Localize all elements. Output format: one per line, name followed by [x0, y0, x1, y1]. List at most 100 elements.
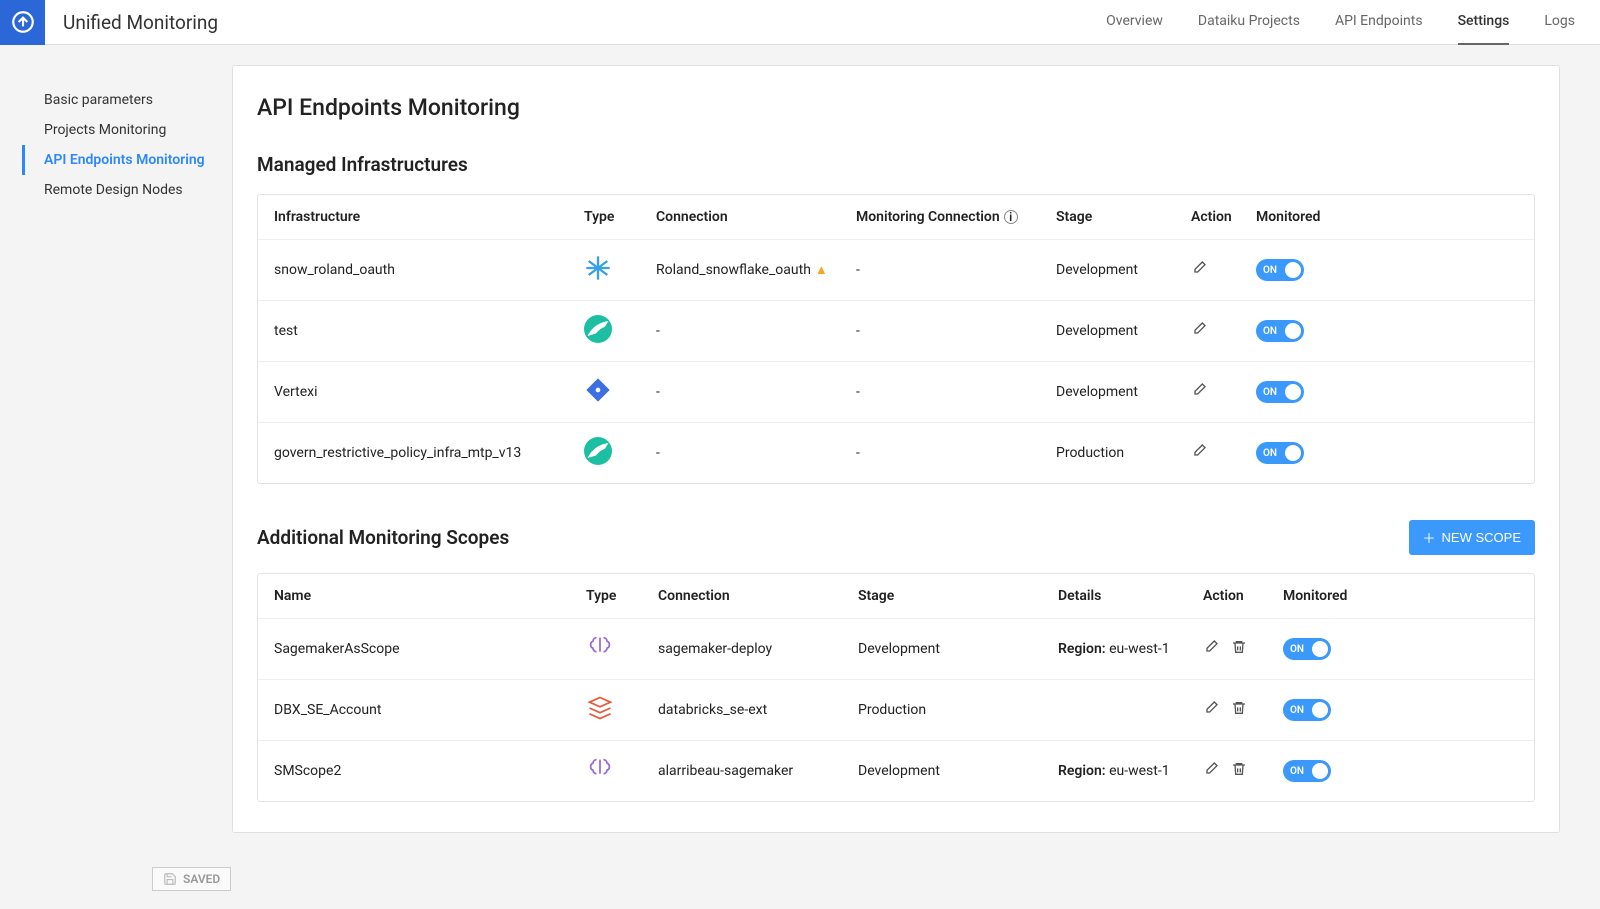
additional-scopes-heading: Additional Monitoring Scopes: [233, 526, 509, 549]
edit-icon[interactable]: [1203, 700, 1219, 720]
col-action: Action: [1203, 588, 1283, 604]
managed-infrastructures-heading: Managed Infrastructures: [233, 153, 1559, 176]
infra-name: snow_roland_oauth: [274, 262, 584, 278]
plus-icon: ＋: [1423, 528, 1436, 547]
scope-name: SagemakerAsScope: [274, 641, 586, 657]
col-details: Details: [1058, 588, 1203, 604]
monitored-toggle[interactable]: ON: [1256, 320, 1304, 342]
col-type: Type: [584, 209, 656, 225]
type-icon: [586, 633, 658, 665]
table-header: Name Type Connection Stage Details Actio…: [258, 574, 1534, 618]
new-scope-label: NEW SCOPE: [1442, 530, 1521, 545]
app-logo-icon: [0, 0, 45, 45]
type-icon: [584, 437, 656, 469]
table-row: test--DevelopmentON: [258, 300, 1534, 361]
col-stage: Stage: [858, 588, 1058, 604]
stage-value: Development: [858, 641, 1058, 657]
topbar: Unified Monitoring Overview Dataiku Proj…: [0, 0, 1600, 45]
col-stage: Stage: [1056, 209, 1191, 225]
monitoring-connection-value: -: [856, 384, 1056, 400]
monitored-toggle[interactable]: ON: [1256, 381, 1304, 403]
warning-icon: ▲: [815, 263, 828, 278]
connection-value: sagemaker-deploy: [658, 641, 858, 657]
monitored-toggle[interactable]: ON: [1283, 638, 1331, 660]
edit-icon[interactable]: [1191, 443, 1207, 463]
monitoring-connection-value: -: [856, 445, 1056, 461]
delete-icon[interactable]: [1231, 700, 1247, 720]
monitored-toggle[interactable]: ON: [1283, 699, 1331, 721]
type-icon: [586, 694, 658, 726]
delete-icon[interactable]: [1231, 639, 1247, 659]
infrastructures-table: Infrastructure Type Connection Monitorin…: [257, 194, 1535, 484]
col-type: Type: [586, 588, 658, 604]
sidebar-item-projects-monitoring[interactable]: Projects Monitoring: [22, 115, 232, 145]
type-icon: [584, 376, 656, 408]
nav-logs[interactable]: Logs: [1544, 0, 1575, 45]
stage-value: Development: [1056, 323, 1191, 339]
table-row: DBX_SE_Account databricks_se-extProductio…: [258, 679, 1534, 740]
saved-badge: SAVED: [152, 867, 231, 891]
sidebar-item-remote-design-nodes[interactable]: Remote Design Nodes: [22, 175, 232, 205]
edit-icon[interactable]: [1203, 639, 1219, 659]
stage-value: Production: [858, 702, 1058, 718]
nav-settings[interactable]: Settings: [1458, 0, 1510, 45]
details-value: Region: eu-west-1: [1058, 763, 1203, 779]
info-icon[interactable]: i: [1004, 210, 1018, 224]
monitoring-connection-value: -: [856, 262, 1056, 278]
table-header: Infrastructure Type Connection Monitorin…: [258, 195, 1534, 239]
connection-value: -: [656, 445, 856, 461]
type-icon: [584, 254, 656, 286]
col-connection: Connection: [658, 588, 858, 604]
nav-dataiku-projects[interactable]: Dataiku Projects: [1198, 0, 1300, 45]
nav-overview[interactable]: Overview: [1106, 0, 1163, 45]
col-monitored: Monitored: [1283, 588, 1353, 604]
nav-api-endpoints[interactable]: API Endpoints: [1335, 0, 1423, 45]
edit-icon[interactable]: [1191, 382, 1207, 402]
infra-name: test: [274, 323, 584, 339]
scope-name: SMScope2: [274, 763, 586, 779]
scopes-table: Name Type Connection Stage Details Actio…: [257, 573, 1535, 802]
infra-name: govern_restrictive_policy_infra_mtp_v13: [274, 445, 584, 461]
connection-value: -: [656, 384, 856, 400]
stage-value: Development: [1056, 384, 1191, 400]
monitoring-connection-value: -: [856, 323, 1056, 339]
monitored-toggle[interactable]: ON: [1256, 442, 1304, 464]
col-infrastructure: Infrastructure: [274, 209, 584, 225]
col-name: Name: [274, 588, 586, 604]
table-row: govern_restrictive_policy_infra_mtp_v13 -…: [258, 422, 1534, 483]
stage-value: Development: [858, 763, 1058, 779]
delete-icon[interactable]: [1231, 761, 1247, 781]
sidebar-item-api-endpoints-monitoring[interactable]: API Endpoints Monitoring: [22, 145, 232, 175]
stage-value: Development: [1056, 262, 1191, 278]
top-nav: Overview Dataiku Projects API Endpoints …: [1106, 0, 1600, 45]
connection-value: Roland_snowflake_oauth▲: [656, 262, 856, 278]
sidebar: Basic parameters Projects Monitoring API…: [0, 45, 232, 863]
connection-value: alarribeau-sagemaker: [658, 763, 858, 779]
monitored-toggle[interactable]: ON: [1283, 760, 1331, 782]
table-row: snow_roland_oauth Roland_snowflake_oauth▲…: [258, 239, 1534, 300]
edit-icon[interactable]: [1191, 260, 1207, 280]
app-title: Unified Monitoring: [63, 11, 218, 34]
col-monitoring-connection: Monitoring Connectioni: [856, 209, 1056, 225]
saved-label: SAVED: [183, 872, 220, 886]
stage-value: Production: [1056, 445, 1191, 461]
sidebar-item-basic-parameters[interactable]: Basic parameters: [22, 85, 232, 115]
col-monitored: Monitored: [1256, 209, 1326, 225]
page-title: API Endpoints Monitoring: [233, 94, 1559, 121]
edit-icon[interactable]: [1191, 321, 1207, 341]
monitored-toggle[interactable]: ON: [1256, 259, 1304, 281]
connection-value: databricks_se-ext: [658, 702, 858, 718]
connection-value: -: [656, 323, 856, 339]
col-connection: Connection: [656, 209, 856, 225]
table-row: SagemakerAsScope sagemaker-deployDevelopm…: [258, 618, 1534, 679]
save-icon: [163, 872, 177, 886]
table-row: SMScope2 alarribeau-sagemakerDevelopmentR…: [258, 740, 1534, 801]
details-value: Region: eu-west-1: [1058, 641, 1203, 657]
col-action: Action: [1191, 209, 1256, 225]
new-scope-button[interactable]: ＋ NEW SCOPE: [1409, 520, 1535, 555]
scope-name: DBX_SE_Account: [274, 702, 586, 718]
infra-name: Vertexi: [274, 384, 584, 400]
type-icon: [586, 755, 658, 787]
edit-icon[interactable]: [1203, 761, 1219, 781]
type-icon: [584, 315, 656, 347]
